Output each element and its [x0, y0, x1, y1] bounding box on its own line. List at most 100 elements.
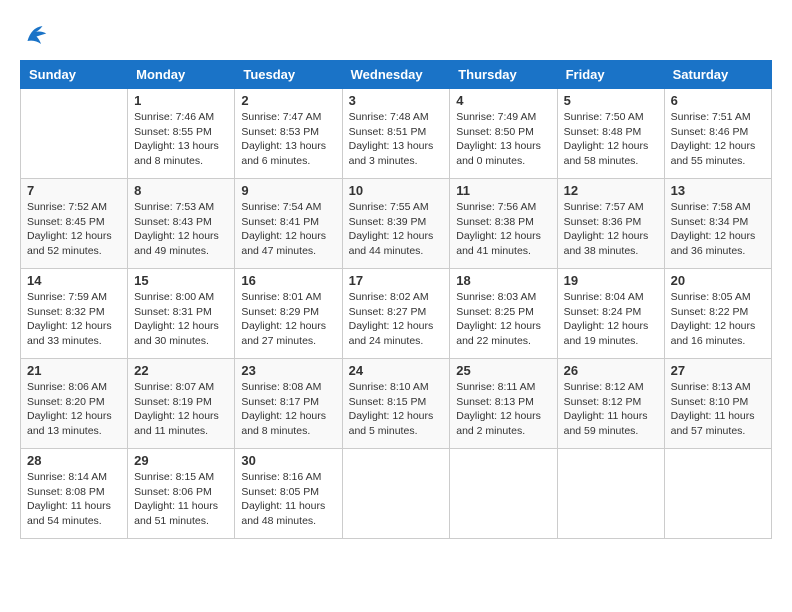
- calendar-cell: 17 Sunrise: 8:02 AM Sunset: 8:27 PM Dayli…: [342, 269, 450, 359]
- day-number: 5: [564, 93, 658, 108]
- day-number: 19: [564, 273, 658, 288]
- calendar-cell: 10 Sunrise: 7:55 AM Sunset: 8:39 PM Dayli…: [342, 179, 450, 269]
- weekday-header-row: SundayMondayTuesdayWednesdayThursdayFrid…: [21, 61, 772, 89]
- day-info: Sunrise: 8:01 AM Sunset: 8:29 PM Dayligh…: [241, 290, 335, 349]
- calendar-week-row: 1 Sunrise: 7:46 AM Sunset: 8:55 PM Daylig…: [21, 89, 772, 179]
- day-info: Sunrise: 8:00 AM Sunset: 8:31 PM Dayligh…: [134, 290, 228, 349]
- weekday-header-monday: Monday: [128, 61, 235, 89]
- day-info: Sunrise: 8:02 AM Sunset: 8:27 PM Dayligh…: [349, 290, 444, 349]
- day-number: 7: [27, 183, 121, 198]
- calendar-cell: 4 Sunrise: 7:49 AM Sunset: 8:50 PM Daylig…: [450, 89, 557, 179]
- calendar-week-row: 14 Sunrise: 7:59 AM Sunset: 8:32 PM Dayli…: [21, 269, 772, 359]
- calendar-cell: 5 Sunrise: 7:50 AM Sunset: 8:48 PM Daylig…: [557, 89, 664, 179]
- calendar-cell: 15 Sunrise: 8:00 AM Sunset: 8:31 PM Dayli…: [128, 269, 235, 359]
- calendar-cell: 8Sunrise: 7:53 AM Sunset: 8:43 PM Daylig…: [128, 179, 235, 269]
- calendar-cell: [557, 449, 664, 539]
- day-info: Sunrise: 8:05 AM Sunset: 8:22 PM Dayligh…: [671, 290, 765, 349]
- calendar-week-row: 21 Sunrise: 8:06 AM Sunset: 8:20 PM Dayli…: [21, 359, 772, 449]
- day-info: Sunrise: 7:51 AM Sunset: 8:46 PM Dayligh…: [671, 110, 765, 169]
- day-number: 17: [349, 273, 444, 288]
- calendar-cell: 14 Sunrise: 7:59 AM Sunset: 8:32 PM Dayli…: [21, 269, 128, 359]
- day-number: 8: [134, 183, 228, 198]
- calendar-cell: 25Sunrise: 8:11 AM Sunset: 8:13 PM Dayli…: [450, 359, 557, 449]
- day-info: Sunrise: 8:03 AM Sunset: 8:25 PM Dayligh…: [456, 290, 550, 349]
- logo: [20, 20, 54, 50]
- logo-icon: [20, 20, 50, 50]
- calendar-cell: 18 Sunrise: 8:03 AM Sunset: 8:25 PM Dayli…: [450, 269, 557, 359]
- weekday-header-tuesday: Tuesday: [235, 61, 342, 89]
- weekday-header-friday: Friday: [557, 61, 664, 89]
- calendar-cell: 27Sunrise: 8:13 AM Sunset: 8:10 PM Dayli…: [664, 359, 771, 449]
- day-info: Sunrise: 7:52 AM Sunset: 8:45 PM Dayligh…: [27, 200, 121, 259]
- calendar-cell: 20Sunrise: 8:05 AM Sunset: 8:22 PM Dayli…: [664, 269, 771, 359]
- day-info: Sunrise: 7:56 AM Sunset: 8:38 PM Dayligh…: [456, 200, 550, 259]
- calendar-cell: 30 Sunrise: 8:16 AM Sunset: 8:05 PM Dayli…: [235, 449, 342, 539]
- day-number: 11: [456, 183, 550, 198]
- calendar-week-row: 7 Sunrise: 7:52 AM Sunset: 8:45 PM Daylig…: [21, 179, 772, 269]
- calendar-cell: 19 Sunrise: 8:04 AM Sunset: 8:24 PM Dayli…: [557, 269, 664, 359]
- day-number: 28: [27, 453, 121, 468]
- day-number: 10: [349, 183, 444, 198]
- day-info: Sunrise: 8:12 AM Sunset: 8:12 PM Dayligh…: [564, 380, 658, 439]
- day-number: 15: [134, 273, 228, 288]
- calendar-cell: 7 Sunrise: 7:52 AM Sunset: 8:45 PM Daylig…: [21, 179, 128, 269]
- calendar-cell: 23 Sunrise: 8:08 AM Sunset: 8:17 PM Dayli…: [235, 359, 342, 449]
- day-number: 30: [241, 453, 335, 468]
- calendar-cell: 2Sunrise: 7:47 AM Sunset: 8:53 PM Daylig…: [235, 89, 342, 179]
- weekday-header-wednesday: Wednesday: [342, 61, 450, 89]
- day-info: Sunrise: 8:14 AM Sunset: 8:08 PM Dayligh…: [27, 470, 121, 529]
- day-info: Sunrise: 7:59 AM Sunset: 8:32 PM Dayligh…: [27, 290, 121, 349]
- day-number: 6: [671, 93, 765, 108]
- day-number: 13: [671, 183, 765, 198]
- day-number: 23: [241, 363, 335, 378]
- day-number: 14: [27, 273, 121, 288]
- calendar-cell: 24Sunrise: 8:10 AM Sunset: 8:15 PM Dayli…: [342, 359, 450, 449]
- calendar-header: SundayMondayTuesdayWednesdayThursdayFrid…: [21, 61, 772, 89]
- day-number: 22: [134, 363, 228, 378]
- day-info: Sunrise: 8:16 AM Sunset: 8:05 PM Dayligh…: [241, 470, 335, 529]
- calendar-cell: 9Sunrise: 7:54 AM Sunset: 8:41 PM Daylig…: [235, 179, 342, 269]
- day-info: Sunrise: 8:06 AM Sunset: 8:20 PM Dayligh…: [27, 380, 121, 439]
- calendar-cell: 12 Sunrise: 7:57 AM Sunset: 8:36 PM Dayli…: [557, 179, 664, 269]
- day-number: 2: [241, 93, 335, 108]
- day-info: Sunrise: 8:08 AM Sunset: 8:17 PM Dayligh…: [241, 380, 335, 439]
- day-info: Sunrise: 7:58 AM Sunset: 8:34 PM Dayligh…: [671, 200, 765, 259]
- day-info: Sunrise: 7:50 AM Sunset: 8:48 PM Dayligh…: [564, 110, 658, 169]
- calendar-cell: 1 Sunrise: 7:46 AM Sunset: 8:55 PM Daylig…: [128, 89, 235, 179]
- calendar-body: 1 Sunrise: 7:46 AM Sunset: 8:55 PM Daylig…: [21, 89, 772, 539]
- calendar-cell: 13 Sunrise: 7:58 AM Sunset: 8:34 PM Dayli…: [664, 179, 771, 269]
- calendar-cell: 6 Sunrise: 7:51 AM Sunset: 8:46 PM Daylig…: [664, 89, 771, 179]
- day-info: Sunrise: 8:13 AM Sunset: 8:10 PM Dayligh…: [671, 380, 765, 439]
- calendar-cell: [664, 449, 771, 539]
- day-info: Sunrise: 7:55 AM Sunset: 8:39 PM Dayligh…: [349, 200, 444, 259]
- day-info: Sunrise: 8:04 AM Sunset: 8:24 PM Dayligh…: [564, 290, 658, 349]
- day-number: 16: [241, 273, 335, 288]
- day-info: Sunrise: 7:57 AM Sunset: 8:36 PM Dayligh…: [564, 200, 658, 259]
- day-info: Sunrise: 8:15 AM Sunset: 8:06 PM Dayligh…: [134, 470, 228, 529]
- weekday-header-sunday: Sunday: [21, 61, 128, 89]
- day-info: Sunrise: 7:46 AM Sunset: 8:55 PM Dayligh…: [134, 110, 228, 169]
- day-number: 9: [241, 183, 335, 198]
- calendar-cell: [342, 449, 450, 539]
- calendar-table: SundayMondayTuesdayWednesdayThursdayFrid…: [20, 60, 772, 539]
- day-number: 21: [27, 363, 121, 378]
- day-number: 12: [564, 183, 658, 198]
- calendar-cell: 21 Sunrise: 8:06 AM Sunset: 8:20 PM Dayli…: [21, 359, 128, 449]
- day-info: Sunrise: 8:10 AM Sunset: 8:15 PM Dayligh…: [349, 380, 444, 439]
- calendar-cell: 26Sunrise: 8:12 AM Sunset: 8:12 PM Dayli…: [557, 359, 664, 449]
- page-header: [20, 20, 772, 50]
- calendar-cell: 28 Sunrise: 8:14 AM Sunset: 8:08 PM Dayli…: [21, 449, 128, 539]
- weekday-header-thursday: Thursday: [450, 61, 557, 89]
- calendar-cell: [450, 449, 557, 539]
- day-number: 29: [134, 453, 228, 468]
- calendar-cell: 16 Sunrise: 8:01 AM Sunset: 8:29 PM Dayli…: [235, 269, 342, 359]
- day-info: Sunrise: 7:48 AM Sunset: 8:51 PM Dayligh…: [349, 110, 444, 169]
- day-info: Sunrise: 7:49 AM Sunset: 8:50 PM Dayligh…: [456, 110, 550, 169]
- calendar-cell: 3 Sunrise: 7:48 AM Sunset: 8:51 PM Daylig…: [342, 89, 450, 179]
- day-number: 18: [456, 273, 550, 288]
- day-number: 1: [134, 93, 228, 108]
- day-number: 3: [349, 93, 444, 108]
- weekday-header-saturday: Saturday: [664, 61, 771, 89]
- calendar-cell: 29 Sunrise: 8:15 AM Sunset: 8:06 PM Dayli…: [128, 449, 235, 539]
- day-number: 4: [456, 93, 550, 108]
